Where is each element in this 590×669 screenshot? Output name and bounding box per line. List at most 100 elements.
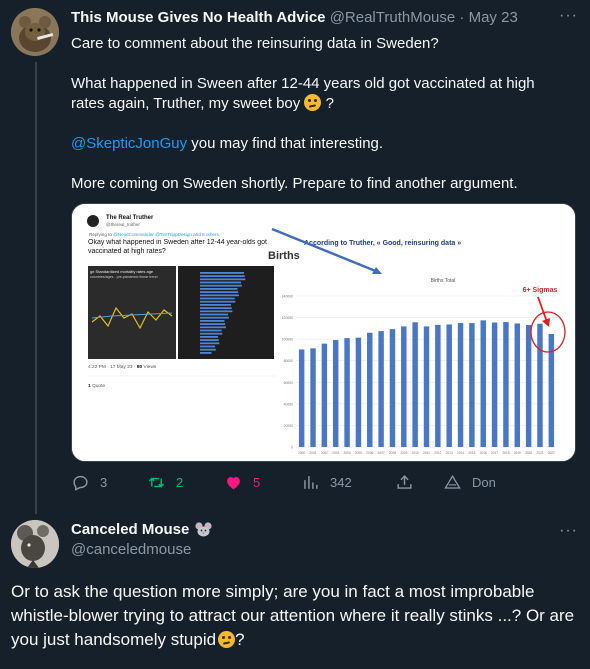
chart-x-tick-label: 2014 (457, 451, 464, 455)
chart-y-tick-label: 100000 (282, 338, 293, 342)
inner-hbar (200, 320, 225, 322)
chart-x-tick-label: 2009 (400, 451, 407, 455)
chart-x-tick-label: 2011 (423, 451, 430, 455)
chart-bar-2021 (537, 323, 543, 447)
annotation-text: According to Truther, « Good, reinsuring… (304, 240, 461, 247)
inner-hbar (200, 272, 244, 274)
tweet-text-suffix: ? (235, 630, 245, 649)
chart-x-tick-label: 2015 (468, 451, 475, 455)
thinking-face-emoji-icon (218, 631, 236, 648)
chart-bar-2000 (298, 349, 305, 447)
chart-x-tick-label: 2016 (480, 451, 487, 455)
avatar[interactable] (11, 8, 59, 56)
mention-link[interactable]: @SkepticJonGuy (71, 135, 187, 152)
chart-bar-2004 (344, 338, 350, 447)
handle[interactable]: @RealTruthMouse (330, 9, 456, 26)
inner-hbar (200, 316, 229, 319)
display-name[interactable]: Canceled Mouse (71, 521, 189, 538)
chart-bar-2003 (332, 340, 339, 447)
inner-hbar (200, 329, 222, 332)
chart-x-tick-label: 2012 (434, 451, 441, 455)
avatar[interactable] (11, 520, 59, 568)
reply-button[interactable]: 3 (71, 473, 107, 492)
tweet-line: More coming on Sweden shortly. Prepare t… (71, 175, 518, 192)
chart-bar-2019 (514, 323, 521, 447)
tweet-line-suffix: ? (321, 95, 334, 112)
translate-button[interactable]: Don (443, 473, 496, 492)
views-count: 342 (330, 475, 352, 490)
chart-x-tick-label: 2000 (298, 451, 305, 455)
reply-icon (73, 475, 88, 491)
chart-bar-2013 (446, 324, 452, 447)
inner-hbar (200, 310, 233, 313)
tweet-text: Or to ask the question more simply; are … (11, 580, 581, 652)
inner-hbar (200, 345, 216, 348)
tweet-media-image[interactable]: The Real Truther @thereal_truther Replyi… (71, 203, 576, 462)
chart-bar-2017 (491, 322, 498, 447)
tweet-line: What happened in Sween after 12-44 years… (71, 74, 571, 114)
chart-x-tick-label: 2019 (514, 451, 521, 455)
chart-bar-2005 (355, 337, 362, 447)
inner-hbar (200, 281, 242, 284)
inner-hbar (200, 326, 226, 329)
quote-handle: @thereal_truther (106, 222, 140, 227)
share-button[interactable] (395, 473, 414, 492)
quote-meta-time: 4:22 PM · 17 May 23 · (88, 364, 136, 370)
heart-icon (227, 476, 240, 490)
inner-hbar (200, 323, 226, 325)
retweet-count: 2 (176, 475, 184, 490)
inner-hbar (200, 278, 246, 281)
more-dots-icon[interactable]: ··· (559, 522, 578, 540)
inner-hbar (200, 332, 223, 335)
analytics-bars-icon (304, 476, 318, 489)
quote-text: Okay what happened in Sweden after 12-44… (88, 239, 268, 255)
chart-y-tick-label: 20000 (284, 424, 294, 428)
chart-x-tick-label: 2018 (502, 451, 509, 455)
like-count: 5 (253, 475, 261, 490)
chart-x-tick-label: 2005 (355, 451, 362, 455)
reply-count: 3 (100, 475, 108, 490)
tweet-line: @SkepticJonGuy you may find that interes… (71, 134, 571, 154)
chart-title: Births Total (431, 278, 456, 284)
inner-hbar (200, 284, 242, 287)
chart-x-tick-label: 2001 (309, 451, 316, 455)
tweet-date[interactable]: May 23 (469, 9, 518, 26)
translate-label: Don (472, 475, 496, 490)
media-composite: The Real Truther @thereal_truther Replyi… (72, 204, 575, 461)
views-button[interactable]: 342 (301, 473, 352, 492)
quote-count: 1 Quote (88, 383, 105, 389)
chart-bar-2001 (310, 348, 316, 447)
handle[interactable]: @canceledmouse (71, 541, 212, 558)
chart-x-tick-label: 2003 (332, 451, 339, 455)
chart-x-tick-label: 2002 (321, 451, 328, 455)
chart-bar-2009 (401, 326, 407, 447)
quote-meta-views-label: Views (142, 364, 157, 370)
mouse-face-icon (195, 522, 212, 537)
inner-hbar (200, 336, 218, 338)
quote-meta: 4:22 PM · 17 May 23 · 80 Views (88, 364, 157, 370)
chart-x-tick-label: 2008 (389, 451, 396, 455)
inner-chart-subtitle: countries/ages - pre-pandemic linear tre… (90, 275, 158, 279)
chart-x-tick-label: 2020 (525, 451, 532, 455)
chart-bar-2002 (321, 343, 328, 447)
chart-bar-2011 (423, 326, 430, 447)
inner-hbar (200, 288, 238, 290)
share-upload-icon (397, 475, 412, 489)
inner-hbar (200, 300, 236, 303)
tweet-header: Canceled Mouse @canceledmouse (71, 521, 212, 558)
tweet-line-text: What happened in Sween after 12-44 years… (71, 75, 535, 112)
quote-avatar (87, 215, 99, 227)
quote-name: The Real Truther (106, 215, 154, 221)
display-name[interactable]: This Mouse Gives No Health Advice (71, 9, 326, 26)
retweet-icon (148, 477, 165, 488)
quote-replying-mentions: @NeoitCommander @TimTrippDesign and 5 ot… (113, 232, 219, 237)
inner-hbar (200, 275, 245, 277)
inner-chart-title: ge Standardized mortality rates age (90, 269, 154, 274)
retweet-button[interactable]: 2 (147, 473, 183, 492)
chart-bar-2020 (525, 325, 532, 447)
separator-dot: · (459, 9, 465, 26)
more-dots-icon[interactable]: ··· (559, 7, 578, 25)
tweet-text-main: Or to ask the question more simply; are … (11, 582, 575, 649)
inner-hbar (200, 348, 216, 351)
like-button[interactable]: 5 (224, 473, 260, 492)
